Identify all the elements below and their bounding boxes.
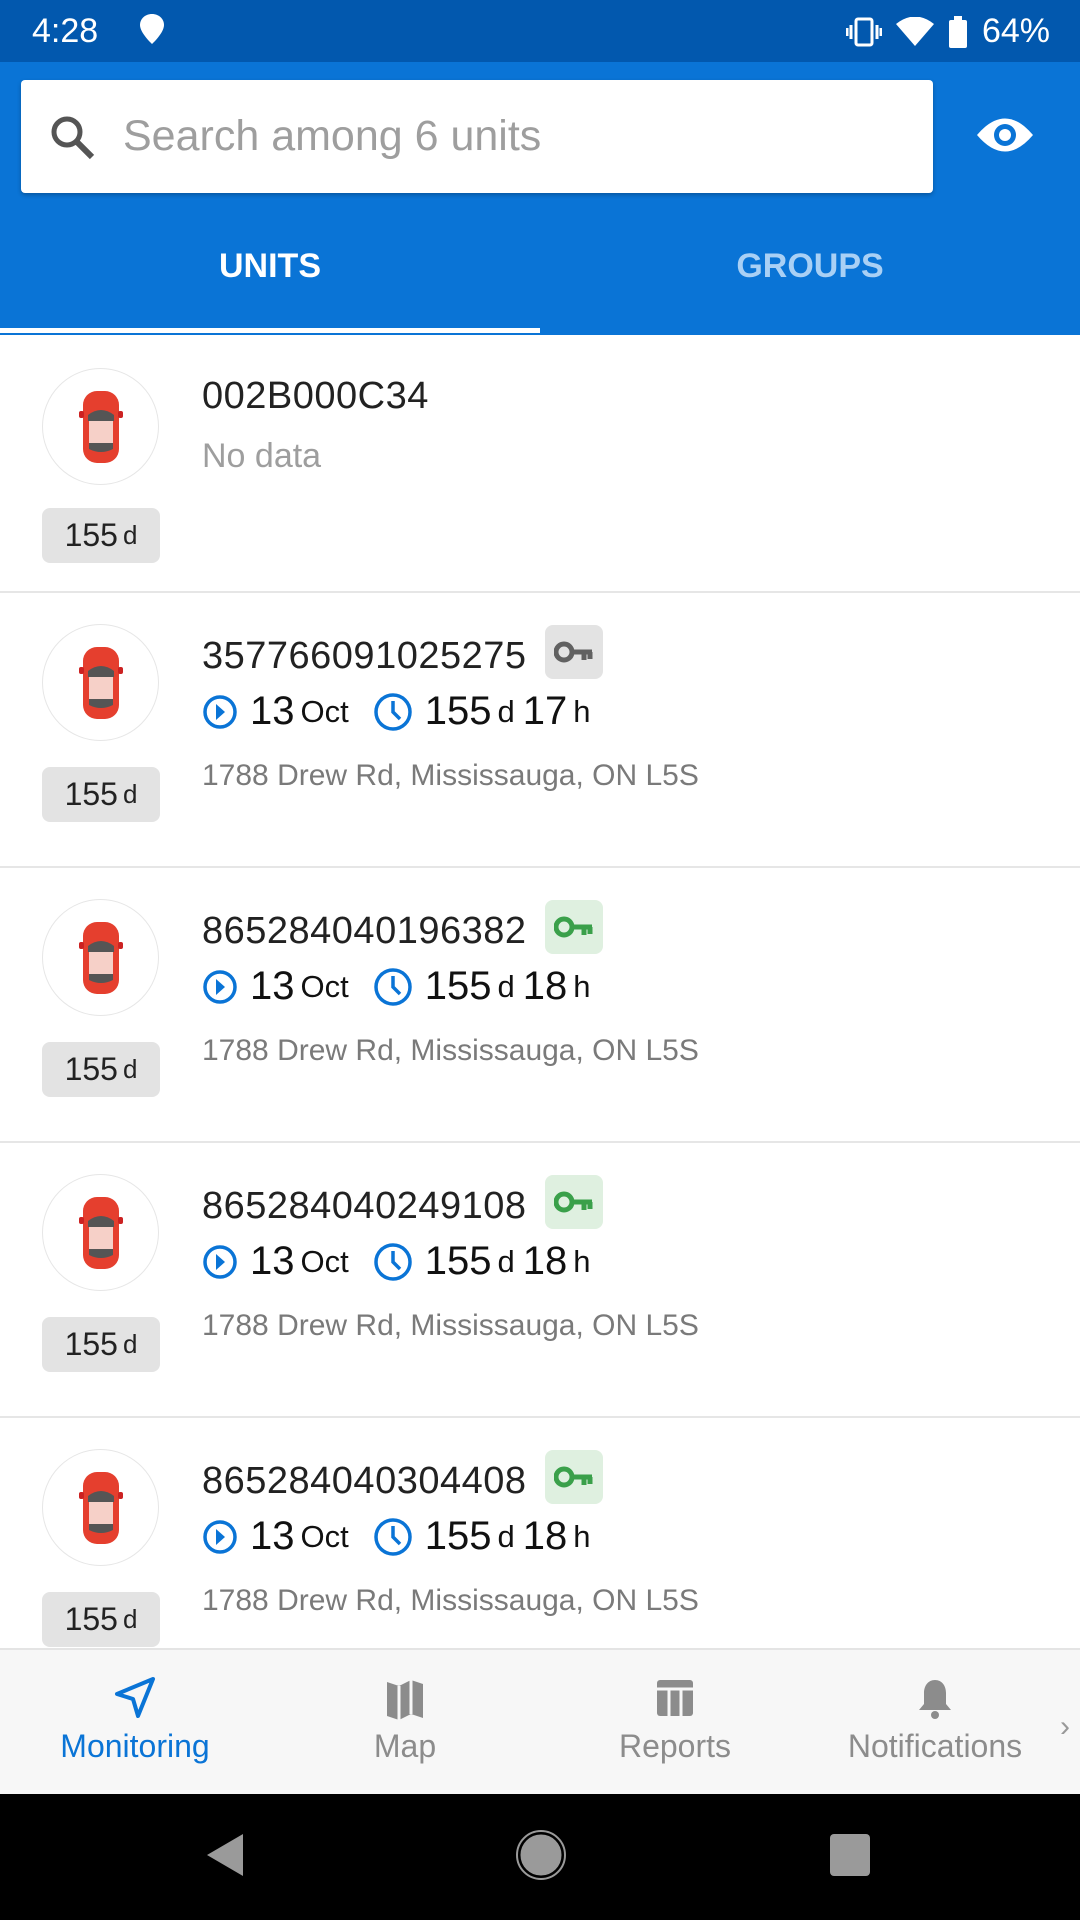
unit-avatar <box>42 1449 159 1566</box>
search-input[interactable] <box>123 112 883 161</box>
header: UNITS GROUPS <box>0 62 1080 335</box>
clock-icon <box>373 692 412 731</box>
back-icon[interactable] <box>205 1832 245 1878</box>
nav-map[interactable]: Map <box>270 1650 540 1796</box>
age-badge: 155 d <box>42 508 160 563</box>
clock-icon <box>373 967 412 1006</box>
unit-avatar <box>42 899 159 1016</box>
key-icon <box>553 1191 593 1213</box>
nav-label: Reports <box>618 1728 732 1764</box>
car-icon <box>78 1471 123 1544</box>
nav-label: Monitoring <box>60 1728 210 1764</box>
ignition-key-badge <box>544 1450 603 1504</box>
unit-stats: 13 Oct 155 d 17 h <box>202 689 598 734</box>
unit-avatar <box>42 368 159 485</box>
age-badge: 155 d <box>42 1317 160 1372</box>
unit-name: 002B000C34 <box>202 375 429 417</box>
key-icon <box>553 641 593 663</box>
play-icon <box>203 969 237 1004</box>
unit-avatar <box>42 1174 159 1291</box>
unit-stats: 13 Oct 155 d 18 h <box>202 1239 598 1284</box>
ignition-key-badge <box>544 1175 603 1229</box>
unit-row[interactable]: 002B000C34 No data 155 d <box>0 335 1080 593</box>
unit-name: 357766091025275 <box>202 625 603 685</box>
navigation-arrow-icon <box>115 1677 155 1718</box>
nav-reports[interactable]: Reports <box>540 1650 810 1796</box>
tab-groups[interactable]: GROUPS <box>540 247 1080 286</box>
table-icon <box>657 1680 693 1716</box>
unit-row[interactable]: 865284040304408 13 Oct 155 d 18 h 1788 Drew R… <box>0 1418 1080 1648</box>
wifi-icon <box>895 16 934 46</box>
unit-avatar <box>42 624 159 741</box>
unit-address: 1788 Drew Rd, Mississauga, ON L5S <box>202 759 699 792</box>
unit-stats: 13 Oct 155 d 18 h <box>202 964 598 1009</box>
unit-row[interactable]: 865284040249108 13 Oct 155 d 18 h 1788 Drew R… <box>0 1143 1080 1418</box>
search-icon <box>51 116 95 159</box>
age-badge: 155 d <box>42 767 160 822</box>
car-icon <box>78 921 123 994</box>
battery-level: 64% <box>981 12 1050 50</box>
unit-name: 865284040249108 <box>202 1175 603 1235</box>
play-icon <box>203 694 237 729</box>
nav-label: Notifications <box>847 1728 1023 1764</box>
unit-name: 865284040304408 <box>202 1450 603 1510</box>
unit-address: 1788 Drew Rd, Mississauga, ON L5S <box>202 1034 699 1067</box>
unit-address: 1788 Drew Rd, Mississauga, ON L5S <box>202 1584 699 1617</box>
vibrate-icon <box>845 17 882 46</box>
chevron-right-icon[interactable]: › <box>1060 1710 1070 1744</box>
ignition-key-badge <box>544 900 603 954</box>
no-data-text: No data <box>202 437 322 475</box>
key-icon <box>553 1466 593 1488</box>
unit-row[interactable]: 357766091025275 13 Oct 155 d 17 h 1788 Drew R… <box>0 593 1080 868</box>
play-icon <box>203 1519 237 1554</box>
clock-icon <box>373 1242 412 1281</box>
unit-row[interactable]: 865284040196382 13 Oct 155 d 18 h 1788 Drew R… <box>0 868 1080 1143</box>
search-box[interactable] <box>21 80 933 193</box>
clock-icon <box>373 1517 412 1556</box>
car-icon <box>78 390 123 463</box>
play-icon <box>203 1244 237 1279</box>
location-icon <box>140 14 164 44</box>
unit-stats: 13 Oct 155 d 18 h <box>202 1514 598 1559</box>
unit-address: 1788 Drew Rd, Mississauga, ON L5S <box>202 1309 699 1342</box>
recents-icon[interactable] <box>830 1834 870 1876</box>
home-icon[interactable] <box>516 1830 566 1880</box>
bell-icon <box>919 1680 951 1719</box>
key-icon <box>553 916 593 938</box>
tab-indicator <box>0 328 540 333</box>
status-bar: 4:28 64% <box>0 0 1080 62</box>
tab-units[interactable]: UNITS <box>0 247 540 286</box>
nav-label: Map <box>373 1728 437 1764</box>
age-badge: 155 d <box>42 1042 160 1097</box>
unit-list[interactable]: 002B000C34 No data 155 d 357766091025275 … <box>0 335 1080 1648</box>
map-icon <box>387 1680 423 1720</box>
battery-icon <box>948 15 967 48</box>
ignition-key-badge <box>544 625 603 679</box>
system-nav-bar <box>0 1794 1080 1920</box>
unit-name: 865284040196382 <box>202 900 603 960</box>
status-time: 4:28 <box>32 12 99 50</box>
age-badge: 155 d <box>42 1592 160 1647</box>
nav-notifications[interactable]: Notifications <box>810 1650 1080 1796</box>
nav-monitoring[interactable]: Monitoring <box>0 1650 270 1796</box>
eye-icon[interactable] <box>975 110 1035 160</box>
car-icon <box>78 1196 123 1269</box>
bottom-nav: Monitoring Map Reports Notifications › <box>0 1648 1080 1794</box>
car-icon <box>78 646 123 719</box>
